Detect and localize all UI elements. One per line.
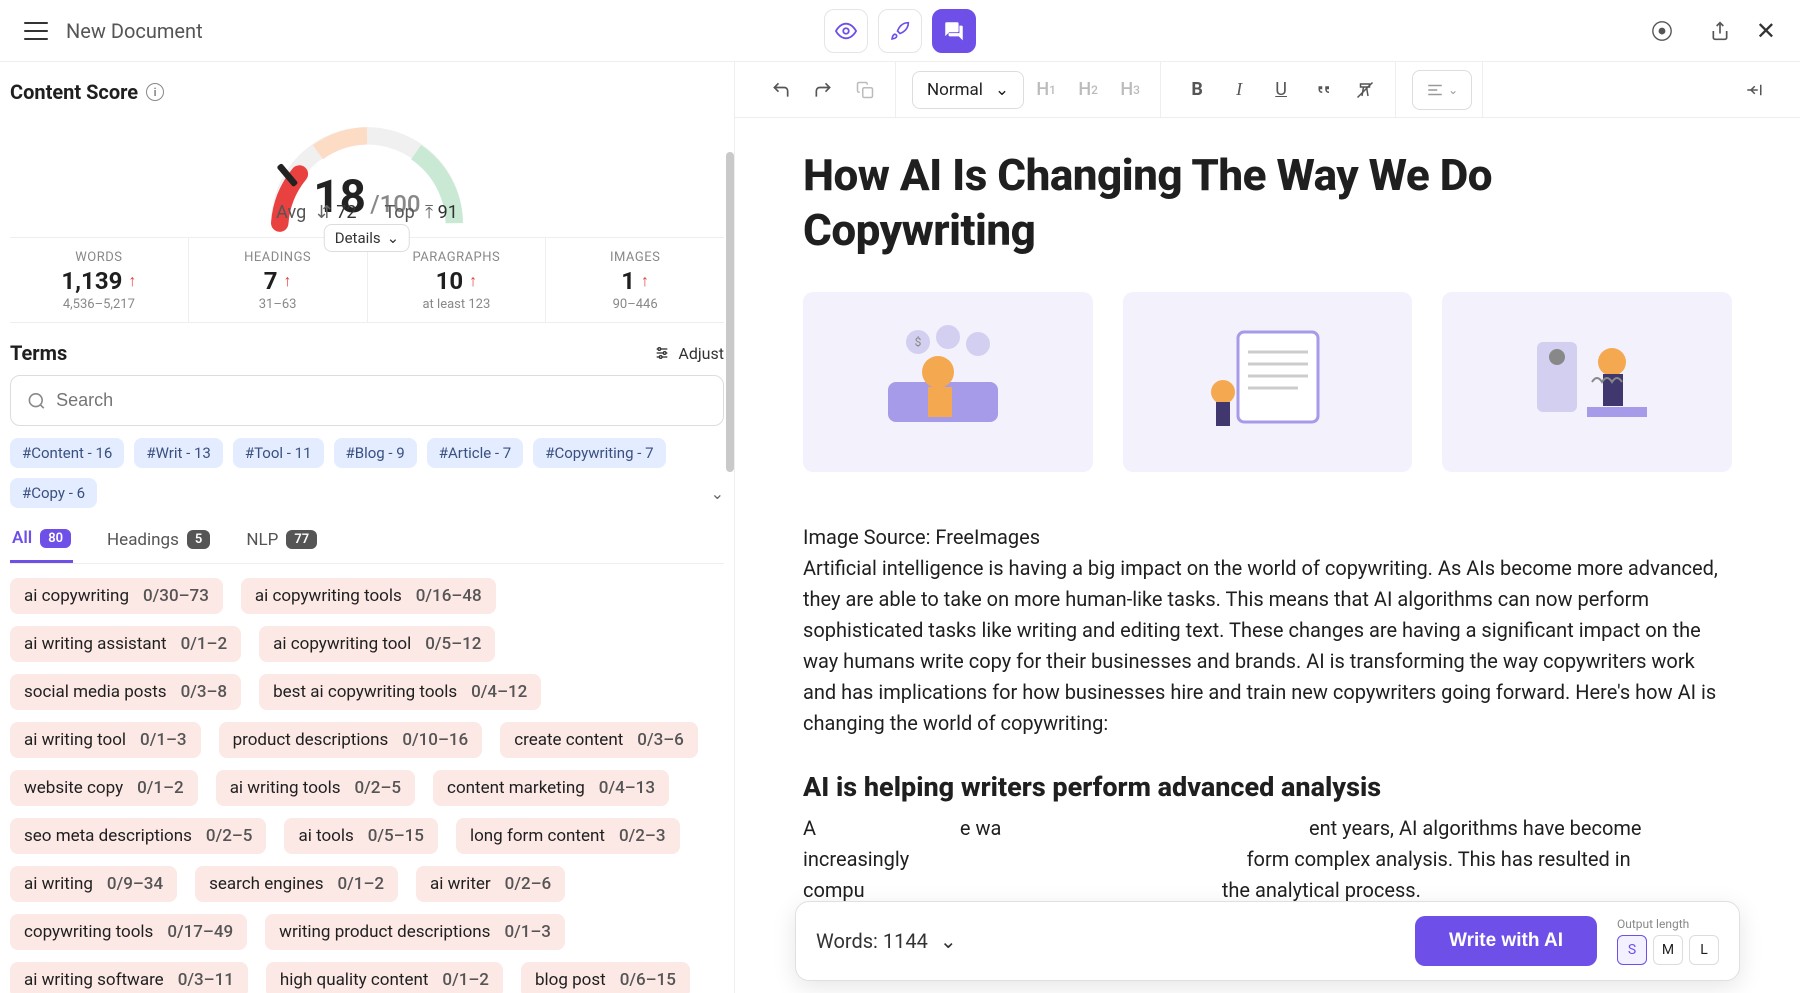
word-count[interactable]: Words: 1144 ⌄ bbox=[816, 929, 957, 953]
term-pill[interactable]: best ai copywriting tools0/4–12 bbox=[259, 674, 541, 710]
hashtag[interactable]: #Tool - 11 bbox=[233, 438, 324, 468]
document-title[interactable]: New Document bbox=[66, 19, 203, 43]
length-m-button[interactable]: M bbox=[1653, 935, 1683, 965]
app-header: New Document ✕ bbox=[0, 0, 1800, 62]
hashtag[interactable]: #Article - 7 bbox=[427, 438, 524, 468]
term-pill[interactable]: ai copywriting tool0/5–12 bbox=[259, 626, 495, 662]
hashtag[interactable]: #Blog - 9 bbox=[334, 438, 417, 468]
menu-toggle[interactable] bbox=[24, 22, 48, 40]
term-pill[interactable]: ai writing software0/3–11 bbox=[10, 962, 248, 993]
arrow-up-icon: ↑ bbox=[128, 271, 136, 291]
doc-heading[interactable]: How AI Is Changing The Way We Do Copywri… bbox=[803, 148, 1732, 258]
h3-button[interactable]: H3 bbox=[1110, 70, 1150, 110]
info-icon[interactable]: i bbox=[146, 83, 164, 101]
term-pill[interactable]: social media posts0/3–8 bbox=[10, 674, 241, 710]
output-length-label: Output length bbox=[1617, 917, 1719, 931]
term-pill[interactable]: long form content0/2–3 bbox=[456, 818, 680, 854]
h2-button[interactable]: H2 bbox=[1068, 70, 1108, 110]
chat-button[interactable] bbox=[932, 9, 976, 53]
expand-tags-button[interactable]: ⌄ bbox=[711, 484, 724, 503]
search-icon bbox=[27, 391, 46, 411]
terms-title: Terms bbox=[10, 341, 67, 365]
content-score-panel: Content Score i 18 /100 Avg ⇵ 72 Top ⤒ 9… bbox=[0, 62, 735, 993]
undo-button[interactable] bbox=[761, 70, 801, 110]
hashtag[interactable]: #Content - 16 bbox=[10, 438, 124, 468]
hashtag[interactable]: #Copy - 6 bbox=[10, 478, 97, 508]
term-pill[interactable]: ai copywriting tools0/16–48 bbox=[241, 578, 496, 614]
svg-text:$: $ bbox=[914, 335, 921, 349]
ai-write-bar: Words: 1144 ⌄ Write with AI Output lengt… bbox=[795, 901, 1740, 981]
chevron-down-icon: ⌄ bbox=[387, 229, 400, 247]
term-pill[interactable]: ai writer0/2–6 bbox=[416, 866, 565, 902]
redo-button[interactable] bbox=[803, 70, 843, 110]
hashtag[interactable]: #Copywriting - 7 bbox=[533, 438, 665, 468]
bold-button[interactable]: B bbox=[1177, 70, 1217, 110]
term-pill[interactable]: website copy0/1–2 bbox=[10, 770, 198, 806]
term-pill[interactable]: create content0/3–6 bbox=[500, 722, 698, 758]
copy-button[interactable] bbox=[845, 70, 885, 110]
rocket-button[interactable] bbox=[878, 9, 922, 53]
term-pill[interactable]: high quality content0/1–2 bbox=[266, 962, 503, 993]
align-button[interactable]: ⌄ bbox=[1412, 70, 1472, 110]
record-button[interactable] bbox=[1640, 9, 1684, 53]
tab-headings[interactable]: Headings 5 bbox=[105, 520, 212, 563]
term-pill[interactable]: writing product descriptions0/1–3 bbox=[265, 914, 565, 950]
term-pill[interactable]: search engines0/1–2 bbox=[195, 866, 398, 902]
underline-button[interactable]: U bbox=[1261, 70, 1301, 110]
terms-search[interactable] bbox=[10, 375, 724, 426]
h1-button[interactable]: H1 bbox=[1026, 70, 1066, 110]
top-value: 91 bbox=[438, 202, 458, 223]
hashtag-row: #Content - 16 #Writ - 13 #Tool - 11 #Blog -… bbox=[10, 438, 724, 508]
stat-images: IMAGES 1↑ 90–446 bbox=[546, 238, 724, 322]
tab-nlp[interactable]: NLP 77 bbox=[244, 520, 319, 563]
style-select[interactable]: Normal ⌄ bbox=[912, 71, 1024, 109]
length-s-button[interactable]: S bbox=[1617, 935, 1647, 965]
avg-value: 72 bbox=[336, 202, 356, 223]
adjust-button[interactable]: Adjust bbox=[654, 344, 724, 363]
hero-illustration: $ bbox=[803, 292, 1732, 472]
term-pill[interactable]: ai writing0/9–34 bbox=[10, 866, 177, 902]
collapse-button[interactable] bbox=[1734, 70, 1774, 110]
chevron-down-icon: ⌄ bbox=[940, 929, 957, 953]
hashtag[interactable]: #Writ - 13 bbox=[134, 438, 222, 468]
image-source[interactable]: Image Source: FreeImages bbox=[803, 522, 1732, 553]
details-button[interactable]: Details ⌄ bbox=[324, 224, 410, 252]
term-pill-list: ai copywriting0/30–73 ai copywriting tool… bbox=[10, 578, 724, 993]
italic-button[interactable]: I bbox=[1219, 70, 1259, 110]
editor-panel: Normal ⌄ H1 H2 H3 B I U ⌄ How A bbox=[735, 62, 1800, 993]
term-pill[interactable]: blog post0/6–15 bbox=[521, 962, 690, 993]
chevron-down-icon: ⌄ bbox=[995, 80, 1009, 100]
editor-body[interactable]: How AI Is Changing The Way We Do Copywri… bbox=[735, 118, 1800, 993]
clear-format-button[interactable] bbox=[1345, 70, 1385, 110]
term-pill[interactable]: seo meta descriptions0/2–5 bbox=[10, 818, 266, 854]
editor-toolbar: Normal ⌄ H1 H2 H3 B I U ⌄ bbox=[735, 62, 1800, 118]
quote-button[interactable] bbox=[1303, 70, 1343, 110]
write-with-ai-button[interactable]: Write with AI bbox=[1415, 916, 1597, 966]
tab-all[interactable]: All 80 bbox=[10, 520, 73, 563]
length-l-button[interactable]: L bbox=[1689, 935, 1719, 965]
term-pill[interactable]: content marketing0/4–13 bbox=[433, 770, 669, 806]
share-button[interactable] bbox=[1698, 9, 1742, 53]
stat-words: WORDS 1,139↑ 4,536–5,217 bbox=[10, 238, 189, 322]
preview-button[interactable] bbox=[824, 9, 868, 53]
close-button[interactable]: ✕ bbox=[1756, 17, 1776, 45]
term-pill[interactable]: product descriptions0/10–16 bbox=[219, 722, 483, 758]
terms-search-input[interactable] bbox=[56, 390, 707, 411]
term-pill[interactable]: ai copywriting0/30–73 bbox=[10, 578, 223, 614]
doc-paragraph-2[interactable]: A e wa ent years, AI algorithms have bec… bbox=[803, 813, 1732, 906]
term-pill[interactable]: ai writing tools0/2–5 bbox=[216, 770, 415, 806]
stats-row: Details ⌄ WORDS 1,139↑ 4,536–5,217 HEADI… bbox=[10, 237, 724, 323]
scrollbar-thumb[interactable] bbox=[726, 152, 734, 472]
term-pill[interactable]: ai tools0/5–15 bbox=[284, 818, 438, 854]
doc-paragraph-1[interactable]: Artificial intelligence is having a big … bbox=[803, 553, 1732, 739]
doc-subheading-1[interactable]: AI is helping writers perform advanced a… bbox=[803, 771, 1732, 803]
term-pill[interactable]: copywriting tools0/17–49 bbox=[10, 914, 247, 950]
term-pill[interactable]: ai writing tool0/1–3 bbox=[10, 722, 201, 758]
content-score-title: Content Score bbox=[10, 80, 138, 104]
term-pill[interactable]: ai writing assistant0/1–2 bbox=[10, 626, 241, 662]
